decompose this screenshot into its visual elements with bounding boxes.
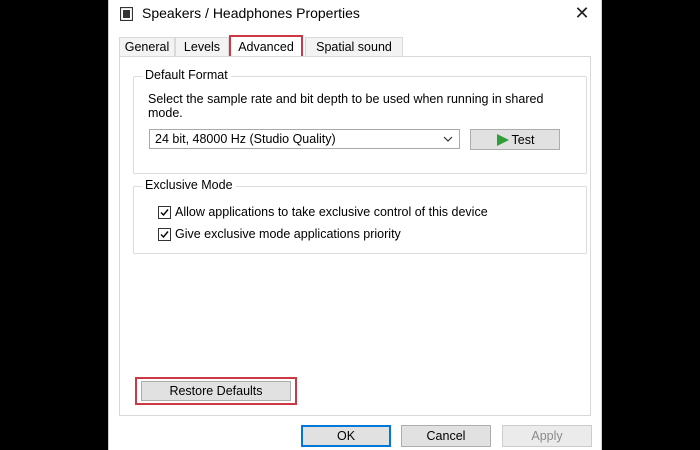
window-title: Speakers / Headphones Properties bbox=[142, 5, 360, 21]
test-button-label: Test bbox=[511, 132, 535, 147]
title-bar: Speakers / Headphones Properties ✕ bbox=[109, 0, 601, 28]
exclusive-control-option[interactable]: Allow applications to take exclusive con… bbox=[158, 205, 488, 219]
format-select-value: 24 bit, 48000 Hz (Studio Quality) bbox=[155, 132, 336, 146]
cancel-button[interactable]: Cancel bbox=[401, 425, 491, 447]
close-icon: ✕ bbox=[574, 2, 590, 23]
default-format-heading: Default Format bbox=[142, 68, 231, 82]
apply-button[interactable]: Apply bbox=[502, 425, 592, 447]
exclusive-control-label: Allow applications to take exclusive con… bbox=[175, 205, 488, 219]
properties-dialog: Speakers / Headphones Properties ✕ Gener… bbox=[108, 0, 602, 450]
default-format-description: Select the sample rate and bit depth to … bbox=[148, 92, 544, 120]
exclusive-priority-checkbox[interactable] bbox=[158, 227, 171, 241]
check-icon bbox=[160, 208, 169, 216]
speaker-app-icon bbox=[120, 7, 133, 21]
test-button[interactable]: Test bbox=[470, 129, 560, 150]
default-format-group: Default Format bbox=[133, 68, 587, 174]
advanced-panel: Default Format Select the sample rate an… bbox=[119, 56, 591, 416]
exclusive-mode-heading: Exclusive Mode bbox=[142, 178, 236, 192]
tab-levels[interactable]: Levels bbox=[175, 37, 229, 57]
chevron-down-icon bbox=[443, 136, 453, 142]
restore-defaults-highlight: Restore Defaults bbox=[135, 377, 297, 405]
ok-button[interactable]: OK bbox=[301, 425, 391, 447]
exclusive-priority-label: Give exclusive mode applications priorit… bbox=[175, 227, 401, 241]
close-button[interactable]: ✕ bbox=[563, 0, 601, 26]
tab-general[interactable]: General bbox=[119, 37, 175, 57]
format-select[interactable]: 24 bit, 48000 Hz (Studio Quality) bbox=[149, 129, 460, 149]
check-icon bbox=[160, 230, 169, 238]
play-icon bbox=[496, 133, 509, 146]
tab-spatial-sound[interactable]: Spatial sound bbox=[305, 37, 403, 57]
exclusive-mode-group: Exclusive Mode bbox=[133, 178, 587, 254]
exclusive-control-checkbox[interactable] bbox=[158, 205, 171, 219]
restore-defaults-button[interactable]: Restore Defaults bbox=[141, 381, 291, 401]
exclusive-priority-option[interactable]: Give exclusive mode applications priorit… bbox=[158, 227, 401, 241]
